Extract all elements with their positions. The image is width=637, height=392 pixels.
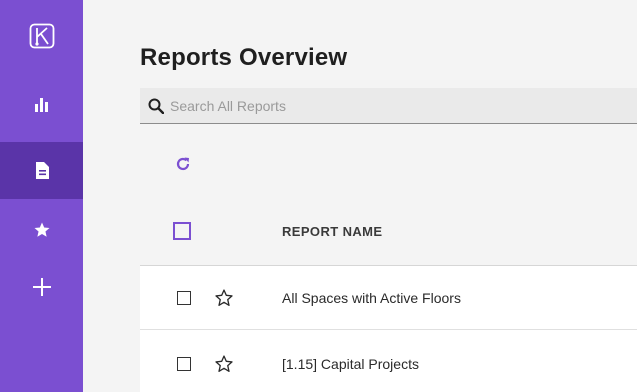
refresh-icon	[176, 157, 190, 171]
column-header-report-name[interactable]: REPORT NAME	[282, 224, 382, 239]
select-all-checkbox[interactable]	[173, 222, 191, 240]
sidebar-item-home-logo[interactable]	[0, 14, 83, 58]
star-icon	[34, 222, 49, 237]
row-checkbox[interactable]	[177, 357, 191, 371]
favorite-star-icon[interactable]	[214, 354, 234, 374]
report-name[interactable]: All Spaces with Active Floors	[282, 290, 461, 306]
favorite-star-icon[interactable]	[214, 288, 234, 308]
sidebar	[0, 0, 83, 392]
search-icon	[148, 98, 164, 114]
document-icon	[35, 162, 49, 179]
page-title: Reports Overview	[140, 44, 348, 71]
sidebar-item-favorites[interactable]	[0, 201, 83, 258]
logo-icon	[29, 23, 54, 49]
row-checkbox[interactable]	[177, 291, 191, 305]
search-input[interactable]	[170, 97, 610, 114]
app-window: Reports Overview REPORT NAME	[0, 0, 637, 392]
sidebar-item-reports[interactable]	[0, 142, 83, 199]
report-name[interactable]: [1.15] Capital Projects	[282, 356, 419, 372]
search-bar[interactable]	[140, 88, 637, 124]
report-table: All Spaces with Active Floors [1.15] Cap…	[140, 265, 637, 392]
table-row[interactable]: [1.15] Capital Projects	[140, 330, 637, 392]
sidebar-item-analytics[interactable]	[0, 75, 83, 132]
table-row[interactable]: All Spaces with Active Floors	[140, 266, 637, 330]
refresh-button[interactable]	[172, 153, 194, 175]
bar-chart-icon	[34, 97, 48, 112]
sidebar-item-add[interactable]	[0, 258, 83, 315]
plus-icon	[32, 277, 51, 296]
main-content: Reports Overview REPORT NAME	[83, 0, 637, 392]
table-header-row: REPORT NAME	[140, 205, 637, 263]
